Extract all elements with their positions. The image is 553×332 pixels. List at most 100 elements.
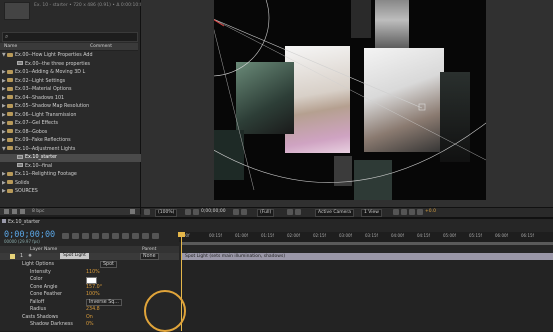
viewer-timecode[interactable]: 0;00;00;00 [201,209,226,215]
project-comp-item[interactable]: Ex.00--the three properties [0,61,150,69]
search-icon[interactable] [152,233,159,239]
property-select[interactable]: Spot [100,261,117,268]
bit-depth-button[interactable]: 8 bpc [32,208,44,215]
new-folder-icon[interactable] [12,209,17,214]
light-layer-icon: ✹ [28,254,33,259]
composition-icon [17,61,23,65]
property-row[interactable]: Light Options Spot [0,261,179,268]
project-folder-item[interactable]: ▶ Ex.05--Shadow Map Resolution [0,103,140,111]
project-comp-item[interactable]: Ex.10--final [0,163,150,171]
auto-keyframe-icon[interactable] [122,233,129,239]
layer-duration-bar[interactable]: Spot Light (sets main illumination, shad… [181,253,553,260]
property-value[interactable]: On [86,314,93,321]
hide-shy-layers-icon[interactable] [82,233,89,239]
layer-number: 1 [20,254,24,259]
folder-icon [7,180,13,184]
name-column-header[interactable]: Name [4,44,17,49]
ruler-tick-label: 02:15f [313,233,326,238]
frame-rate-display: 00000 (29.97 fps) [4,239,40,244]
property-value[interactable]: 157.0° [86,284,102,291]
layer-column-header: Layer Name Parent [0,246,179,253]
project-item-label: SOURCES [15,189,38,194]
project-item-label: Ex.04--Shadows 101 [15,95,65,101]
layer-name-header[interactable]: Layer Name [30,247,57,252]
folder-icon [7,52,13,57]
exposure-value[interactable]: +0.0 [425,209,436,215]
time-ruler[interactable]: 00f 00:15f 01:00f 01:15f 02:00f 02:15f 03:00f 0… [179,232,553,242]
comp-mini-flowchart-icon[interactable] [62,233,69,239]
property-value[interactable]: 110% [86,269,100,276]
project-comp-item[interactable]: Ex.10_starter [0,154,150,162]
spot-light-layer-row[interactable]: 1 ✹ Spot Light None [0,253,179,260]
camera-view-select[interactable]: Active Camera [315,209,355,217]
project-folder-item[interactable]: ▶ Ex.01--Adding & Moving 3D L [0,69,140,77]
property-name: Cone Angle [30,284,58,290]
project-folder-item[interactable]: ▶ Ex.09--Fake Reflections [0,137,140,145]
ruler-tick-label: 04:00f [391,233,404,238]
project-search-input[interactable]: ⌕ [2,32,138,42]
always-preview-icon[interactable] [144,209,150,215]
property-value[interactable]: 234.8 [86,306,100,313]
region-of-interest-icon[interactable] [287,209,293,215]
project-item-label: Ex.09--Fake Reflections [15,138,71,143]
timeline-tab[interactable]: Ex.10_starter [2,219,40,226]
project-folder-item[interactable]: ▼ Ex.10--Adjustment Lights [0,146,140,154]
property-select[interactable]: Inverse Sq... [86,298,122,306]
project-item-label: Ex.05--Shadow Map Resolution [15,104,90,109]
property-row[interactable]: Cone Angle 157.0° [0,284,179,291]
project-footer: 8 bpc [0,207,140,215]
new-composition-icon[interactable] [20,209,25,214]
project-folder-item[interactable]: ▶ Ex.02--Light Settings [0,78,140,86]
project-folder-item[interactable]: ▶ Ex.07--Gel Effects [0,120,140,128]
magnification-select[interactable]: (100%) [155,209,178,217]
property-row[interactable]: Intensity 110% [0,269,179,276]
motion-blur-icon[interactable] [102,233,109,239]
fast-previews-icon[interactable] [401,209,407,215]
flowchart-icon[interactable] [417,209,423,215]
draft-3d-icon[interactable] [72,233,79,239]
show-channel-icon[interactable] [241,209,247,215]
parent-select[interactable]: None [140,253,159,260]
transparency-grid-icon[interactable] [295,209,301,215]
composition-icon [2,219,6,223]
project-item-label: Ex.03--Material Options [15,87,72,92]
timeline-icon[interactable] [409,209,415,215]
resolution-select[interactable]: (Full) [257,209,275,217]
interpret-footage-icon[interactable] [4,209,9,214]
view-layout-select[interactable]: 1 View [361,209,382,217]
project-folder-item[interactable]: ▶ Ex.08--Gobos [0,129,140,137]
layer-label-color[interactable] [10,254,15,259]
toggle-pixel-aspect-icon[interactable] [393,209,399,215]
mask-visibility-icon[interactable] [193,209,199,215]
project-folder-item[interactable]: ▶ SOURCES [0,188,140,196]
project-folder-item[interactable]: ▶ Ex.11--Relighting Footage [0,171,140,179]
project-folder-item[interactable]: ▼ Ex.00--How Light Properties Add [0,52,140,60]
project-folder-item[interactable]: ▶ Solids [0,180,140,188]
spot-light-wireframe[interactable] [214,0,486,200]
title-safe-icon[interactable] [185,209,191,215]
layer-name[interactable]: Spot Light [60,253,89,259]
brainstorm-icon[interactable] [112,233,119,239]
snapshot-icon[interactable] [233,209,239,215]
keyframe-tracks[interactable] [181,260,553,331]
property-value[interactable]: 100% [86,291,100,298]
work-area-bar[interactable] [181,242,553,245]
property-value[interactable]: 0% [86,321,94,328]
graph-editor-icon[interactable] [132,233,139,239]
live-update-icon[interactable] [142,233,149,239]
project-folder-item[interactable]: ▶ Ex.03--Material Options [0,86,140,94]
property-name: Color [30,277,43,282]
frame-blending-icon[interactable] [92,233,99,239]
composition-canvas[interactable] [214,0,486,200]
trash-icon[interactable] [130,209,135,214]
parent-header[interactable]: Parent [142,247,156,252]
folder-icon [7,86,13,91]
ruler-tick-label: 01:15f [261,233,274,238]
ruler-tick-label: 03:15f [365,233,378,238]
project-folder-item[interactable]: ▶ Ex.06--Light Transmission [0,112,140,120]
project-item-label: Ex.10--Adjustment Lights [15,146,76,152]
project-folder-item[interactable]: ▶ Ex.04--Shadows 101 [0,95,140,103]
comment-column-header[interactable]: Comment [90,44,112,49]
layer-comment: Spot Light (sets main illumination, shad… [185,254,286,259]
property-row[interactable]: Color [0,276,179,284]
